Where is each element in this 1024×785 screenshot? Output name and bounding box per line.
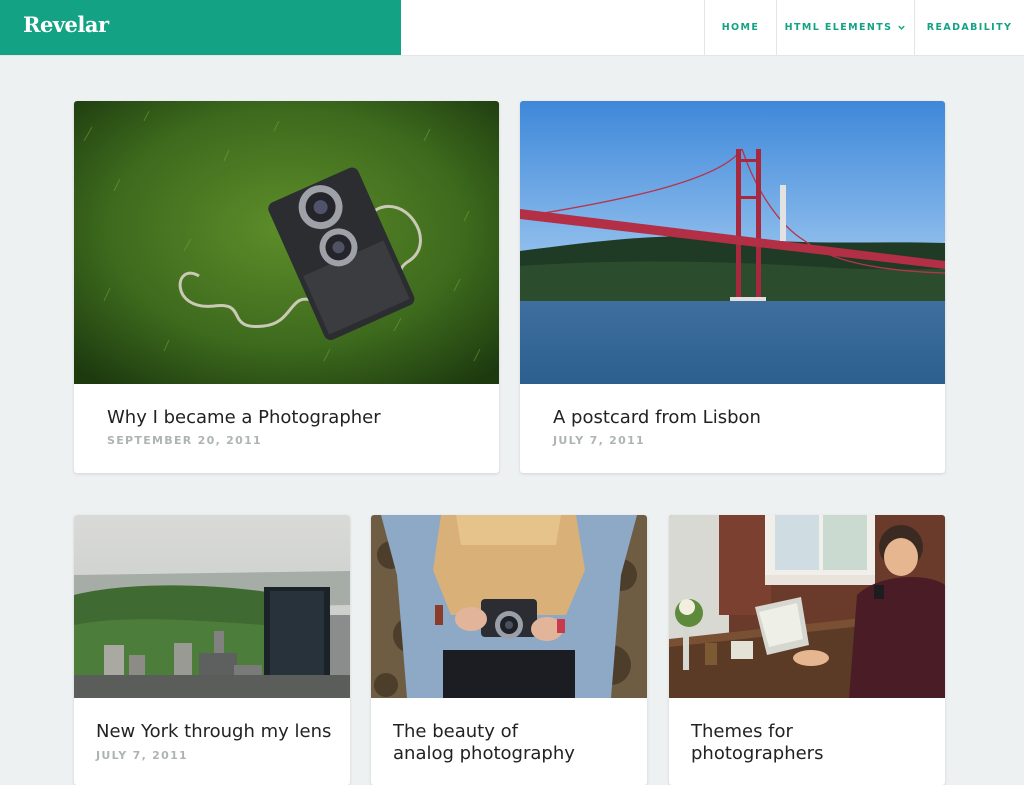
post-card[interactable]: The beauty of analog photography [371, 515, 647, 785]
post-image-man-with-laptop[interactable] [669, 515, 945, 698]
post-image-lisbon-bridge[interactable] [520, 101, 945, 384]
post-title[interactable]: New York through my lens [96, 721, 336, 743]
nav-item-home[interactable]: HOME [704, 0, 776, 55]
post-image-camera-on-grass[interactable] [74, 101, 499, 384]
site-logo[interactable]: Revelar [0, 0, 401, 55]
post-date: JULY 7, 2011 [553, 434, 645, 447]
post-title[interactable]: A postcard from Lisbon [553, 407, 761, 429]
post-title[interactable]: Why I became a Photographer [107, 407, 381, 429]
post-card[interactable]: A postcard from Lisbon JULY 7, 2011 [520, 101, 945, 473]
post-title[interactable]: The beauty of analog photography [393, 721, 633, 765]
post-date: SEPTEMBER 20, 2011 [107, 434, 262, 447]
main-nav: HOME HTML ELEMENTS READABILITY [704, 0, 1024, 55]
post-card[interactable]: New York through my lens JULY 7, 2011 [74, 515, 350, 785]
post-card[interactable]: Themes for photographers [669, 515, 945, 785]
post-image-new-york-skyline[interactable] [74, 515, 350, 698]
post-image-woman-holding-camera[interactable] [371, 515, 647, 698]
nav-item-html-elements[interactable]: HTML ELEMENTS [776, 0, 914, 55]
nav-item-label: HTML ELEMENTS [784, 22, 893, 33]
site-title[interactable]: Revelar [23, 12, 109, 37]
chevron-down-icon [898, 25, 906, 30]
post-title[interactable]: Themes for photographers [691, 721, 931, 765]
nav-item-readability[interactable]: READABILITY [914, 0, 1024, 55]
post-card[interactable]: Why I became a Photographer SEPTEMBER 20… [74, 101, 499, 473]
post-date: JULY 7, 2011 [96, 749, 188, 762]
header: Revelar HOME HTML ELEMENTS READABILITY [0, 0, 1024, 56]
